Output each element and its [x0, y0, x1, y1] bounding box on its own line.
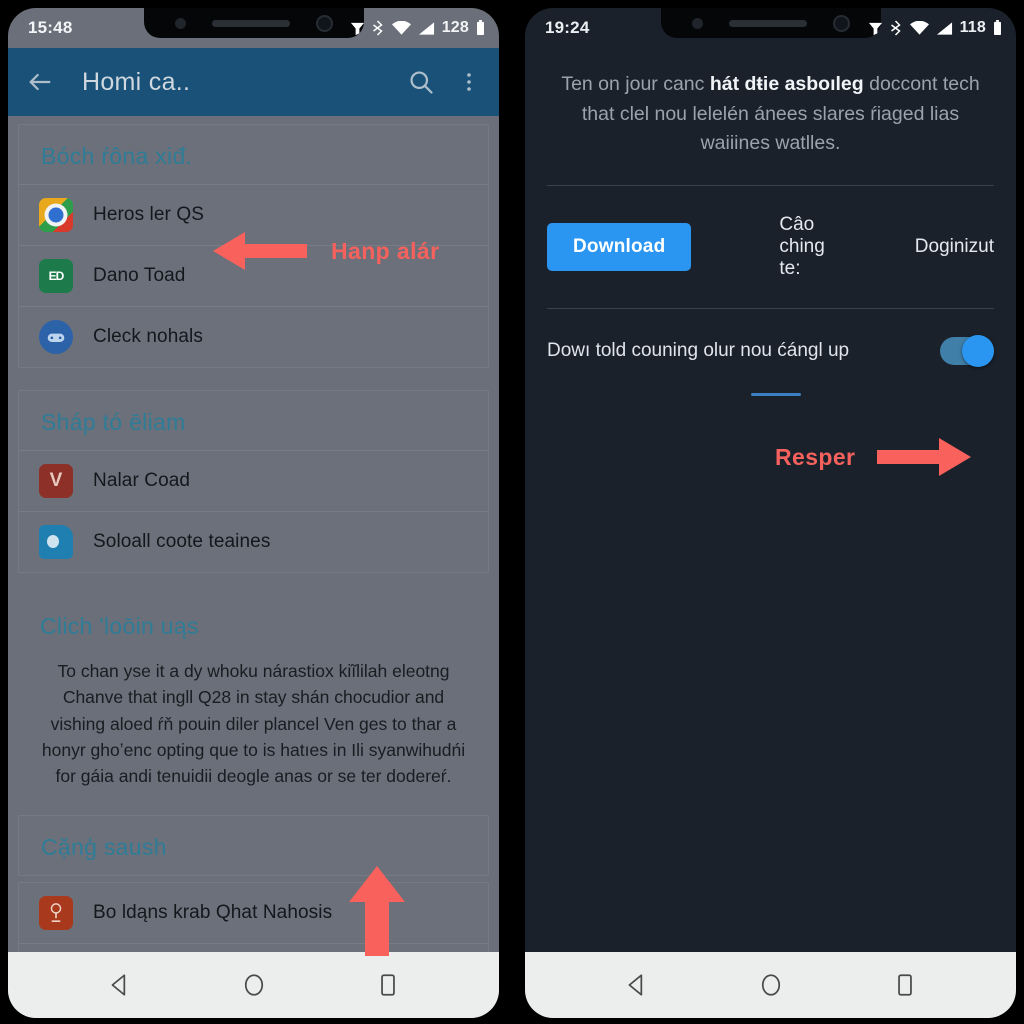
nav-home-icon[interactable] — [241, 972, 267, 998]
cast-icon — [350, 22, 364, 35]
dual-phone-screenshot: 15:48 128 Homi ca.. Bóch ŕôna xiđ. Heros… — [0, 0, 1024, 1024]
list-item[interactable]: Bo ldąns krab Qhat Nahosis — [19, 883, 488, 943]
list-item[interactable]: V Nalar Coad — [19, 450, 488, 511]
section-card-3: Clich 'loōin uąs To chan yse it a dy who… — [18, 595, 489, 815]
tab-link-2[interactable]: Doginizut — [915, 236, 994, 258]
list-item-label: Heros ler QS — [93, 204, 205, 225]
award-icon — [39, 896, 73, 931]
chrome-icon — [39, 198, 73, 232]
list-item-label: Bo ldąns krab Qhat Nahosis — [93, 902, 333, 924]
status-clock: 19:24 — [545, 18, 590, 37]
nav-home-icon[interactable] — [758, 972, 784, 998]
tab-link-1[interactable]: Câo ching te: — [779, 214, 830, 280]
list-item[interactable]: Soloall coote teaines — [19, 511, 488, 572]
status-icons: 128 — [350, 19, 485, 37]
setting-row[interactable]: Dowı told couning olur nou ćángl up — [547, 309, 994, 367]
bluetooth-icon — [372, 20, 383, 36]
nav-recents-icon[interactable] — [892, 972, 918, 998]
section-title-1: Bóch ŕôna xiđ. — [41, 143, 193, 169]
right-navbar — [525, 952, 1016, 1018]
section-card-2: Sháp tó ēliam V Nalar Coad Soloall coote… — [18, 390, 489, 573]
setting-toggle[interactable] — [940, 334, 994, 367]
list-item-label: Cleck nohals — [93, 326, 203, 347]
active-indicator-underline — [751, 392, 801, 396]
battery-percent: 118 — [959, 19, 986, 36]
left-toolbar: Homi ca.. — [8, 48, 499, 116]
spreadsheet-icon: ED — [39, 259, 73, 293]
section-card-1: Bóch ŕôna xiđ. Heros ler QS ED Dano Toad… — [18, 124, 489, 368]
action-row: Download Câo ching te: Doginizut — [547, 186, 994, 308]
bluetooth-icon — [890, 20, 901, 36]
right-status-bar: 19:24 118 — [525, 8, 1016, 48]
v-app-icon: V — [39, 464, 73, 498]
list-item[interactable]: Ps Plad klobali feodle — [19, 943, 488, 952]
list-item[interactable]: Cleck nohals — [19, 306, 488, 367]
section-title-4: Cặnģ saush — [41, 834, 167, 861]
more-vertical-icon[interactable] — [457, 68, 481, 96]
hero-description: Ten on jour canc hát dŧie asboıleg docco… — [547, 48, 994, 185]
list-item[interactable]: ED Dano Toad — [19, 245, 488, 306]
hero-bold: hát dŧie asboıleg — [709, 73, 864, 95]
right-phone-screen: 19:24 118 Ten on jour canc hát dŧie asbo… — [525, 8, 1016, 1018]
cast-icon — [868, 22, 882, 35]
left-phone-frame: 15:48 128 Homi ca.. Bóch ŕôna xiđ. Heros… — [0, 0, 507, 1024]
signal-icon — [418, 21, 434, 35]
list-item-label: Soloall coote teaines — [93, 531, 271, 552]
left-phone-screen: 15:48 128 Homi ca.. Bóch ŕôna xiđ. Heros… — [8, 8, 499, 1018]
wifi-icon — [909, 20, 929, 35]
gamepad-icon — [39, 320, 73, 354]
left-navbar — [8, 952, 499, 1018]
setting-label: Dowı told couning olur nou ćángl up — [547, 339, 850, 361]
list-item-label: Dano Toad — [93, 265, 186, 286]
status-icons: 118 — [868, 19, 1002, 37]
battery-icon — [994, 20, 1001, 36]
download-button[interactable]: Download — [547, 222, 692, 271]
right-content: Ten on jour canc hát dŧie asboıleg docco… — [525, 48, 1016, 952]
list-item-label: Nalar Coad — [93, 470, 191, 491]
nav-back-icon[interactable] — [107, 972, 133, 998]
section-title-2: Sháp tó ēliam — [41, 409, 186, 435]
signal-icon — [936, 21, 952, 35]
left-content: Bóch ŕôna xiđ. Heros ler QS ED Dano Toad… — [8, 116, 499, 952]
wifi-icon — [391, 20, 411, 35]
section-card-4: Cặnģ saush — [18, 815, 489, 877]
left-status-bar: 15:48 128 — [8, 8, 499, 48]
list-item[interactable]: Heros ler QS — [19, 184, 488, 245]
page-title: Homi ca.. — [82, 67, 191, 96]
battery-percent: 128 — [441, 19, 469, 36]
toggle-knob — [962, 334, 994, 367]
section-card-4-rows: Bo ldąns krab Qhat Nahosis Ps Plad kloba… — [18, 882, 489, 952]
section-paragraph: To chan yse it a dy whoku nárastiox kiĩl… — [41, 661, 466, 786]
section-title-3: Clich 'loōin uąs — [40, 613, 199, 639]
nav-back-icon[interactable] — [624, 972, 650, 998]
battery-icon — [477, 20, 484, 36]
right-phone-frame: 19:24 118 Ten on jour canc hát dŧie asbo… — [517, 0, 1024, 1024]
back-arrow-icon[interactable] — [26, 68, 54, 96]
search-icon[interactable] — [407, 68, 435, 96]
status-clock: 15:48 — [28, 18, 73, 37]
hero-prefix: Ten on jour canc — [561, 73, 710, 95]
blue-doc-icon — [39, 525, 73, 559]
nav-recents-icon[interactable] — [375, 972, 401, 998]
